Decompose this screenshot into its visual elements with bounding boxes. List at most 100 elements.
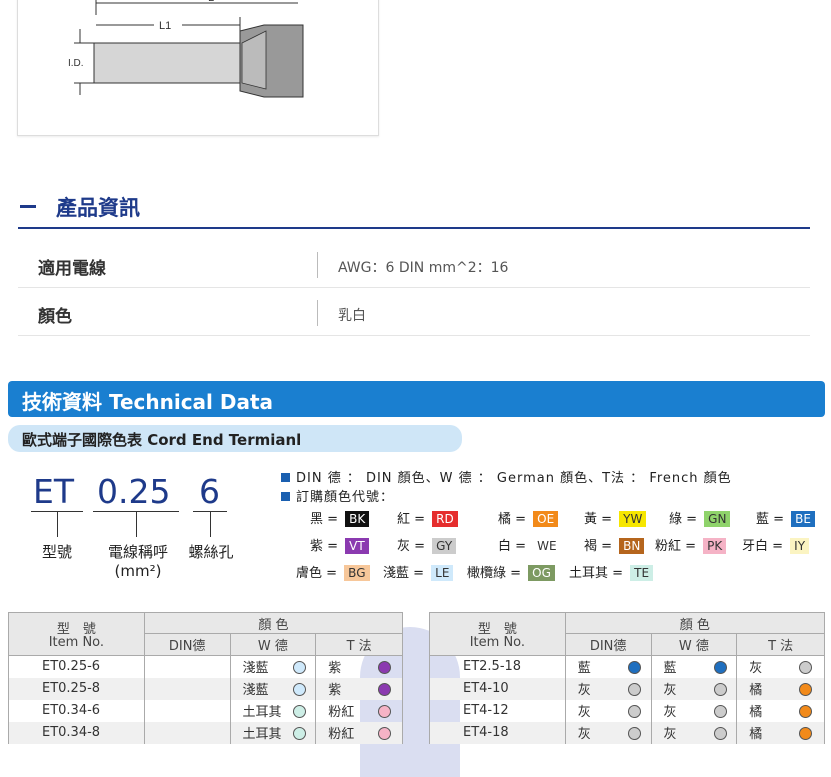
- color-code-chip: OG: [528, 565, 555, 581]
- color-dot-icon: [799, 661, 813, 674]
- info-label-wire: 適用電線: [38, 259, 106, 279]
- col-header-t: T 法: [315, 633, 403, 656]
- color-cell: 灰: [564, 677, 652, 700]
- color-name: 土耳其: [242, 727, 282, 742]
- color-dot-icon: [292, 726, 306, 740]
- color-dot-icon: [713, 726, 727, 740]
- code-label-wire: 電線稱呼: [107, 543, 168, 561]
- dim-l1-label: L1: [159, 20, 171, 32]
- code-tick: [136, 511, 137, 537]
- color-code-name: 紅 =: [397, 512, 430, 527]
- color-name: 灰: [577, 727, 591, 742]
- color-code-chip: TE: [630, 565, 654, 581]
- color-table-right: 型 號 Item No. 顏 色 DIN德 W 德 T 法 ET2.5-18 藍藍灰…: [429, 612, 826, 744]
- color-code-chip: GY: [432, 538, 457, 554]
- color-dot-icon: [713, 661, 727, 674]
- color-code-name: 藍 =: [756, 512, 789, 527]
- color-code-chip: RD: [432, 511, 458, 527]
- color-cell: 紫: [315, 655, 403, 678]
- color-dot-icon: [378, 661, 392, 674]
- color-cell: 淺藍: [229, 655, 317, 678]
- color-code-item: 淺藍 = LE: [383, 562, 454, 581]
- item-number: ET4-18: [429, 721, 566, 744]
- color-dot-icon: [627, 661, 641, 674]
- color-name: 灰: [749, 661, 763, 677]
- color-code-name: 牙白 =: [742, 539, 788, 554]
- title-dash: [20, 204, 36, 208]
- color-code-chip: GN: [704, 511, 731, 527]
- color-code-chip: VT: [345, 538, 369, 554]
- technical-data-title: 技術資料 Technical Data: [22, 390, 274, 414]
- col-header-item: 型 號 Item No.: [429, 612, 566, 656]
- color-code-name: 褐 =: [584, 539, 617, 554]
- color-code-chip: BE: [791, 511, 815, 527]
- color-cell: 淺藍: [229, 677, 317, 700]
- color-code-item: 灰 = GY: [397, 535, 457, 554]
- item-number: ET0.34-6: [8, 699, 145, 722]
- color-name: 灰: [663, 683, 677, 698]
- code-label-hole: 螺絲孔: [188, 543, 234, 561]
- color-cell: 灰: [650, 699, 738, 722]
- info-row-wire: 適用電線 AWG：6 DIN mm^2：16: [18, 240, 810, 288]
- code-part-hole: 6: [199, 472, 220, 511]
- color-cell: 灰: [564, 721, 652, 744]
- code-label-unit: (mm²): [114, 562, 162, 580]
- color-code-item: 綠 = GN: [669, 508, 731, 527]
- color-cell: 粉紅: [315, 699, 403, 722]
- color-table-subheader: 歐式端子國際色表 Cord End Termianl: [8, 425, 462, 452]
- color-code-item: 白 = WE: [498, 535, 561, 554]
- code-tick: [210, 511, 211, 537]
- color-code-name: 紫 =: [310, 539, 343, 554]
- color-dot-icon: [378, 682, 392, 696]
- ferrule-diagram: L L1 I.D.: [68, 0, 304, 98]
- color-dot-icon: [292, 682, 306, 696]
- col-header-color: 顏 色: [143, 612, 404, 634]
- technical-data-header: 技術資料 Technical Data: [8, 381, 825, 417]
- color-dot-icon: [627, 704, 641, 718]
- item-number: ET4-10: [429, 677, 566, 700]
- color-cell: 灰: [736, 655, 825, 678]
- color-cell: 橘: [736, 699, 825, 722]
- color-dot-icon: [292, 661, 306, 674]
- col-header-din: DIN德: [143, 633, 231, 656]
- ferrule-diagram-card: L L1 I.D.: [17, 0, 379, 136]
- section-divider: [18, 227, 810, 229]
- color-name: 灰: [577, 683, 591, 698]
- info-separator: [317, 252, 318, 278]
- color-code-name: 綠 =: [669, 512, 702, 527]
- color-code-item: 橘 = OE: [498, 508, 559, 527]
- code-tick: [57, 511, 58, 537]
- color-name: 土耳其: [242, 705, 282, 720]
- color-code-chip: LE: [431, 565, 454, 581]
- color-cell: 灰: [650, 677, 738, 700]
- color-table-subtitle: 歐式端子國際色表 Cord End Termianl: [22, 431, 302, 449]
- color-cell: [143, 677, 231, 700]
- color-code-name: 白 =: [498, 539, 531, 554]
- color-cell: 藍: [564, 655, 652, 678]
- col-header-din: DIN德: [564, 633, 652, 656]
- color-code-item: 牙白 = IY: [742, 535, 810, 554]
- table-row: ET0.25-6 淺藍 紫: [8, 655, 403, 678]
- color-dot-icon: [713, 682, 727, 696]
- color-name: 橘: [749, 705, 763, 720]
- info-separator: [317, 300, 318, 326]
- color-cell: [143, 699, 231, 722]
- item-number: ET4-12: [429, 699, 566, 722]
- dim-id-label: I.D.: [68, 58, 84, 69]
- bullet-square-icon: [281, 492, 290, 501]
- color-code-item: 橄欖綠 = OG: [467, 562, 555, 581]
- info-row-color: 顏色 乳白: [18, 288, 810, 336]
- col-header-color: 顏 色: [564, 612, 826, 634]
- color-cell: 灰: [564, 699, 652, 722]
- color-name: 粉紅: [328, 727, 355, 742]
- color-name: 紫: [328, 661, 342, 677]
- color-code-name: 橄欖綠 =: [467, 566, 526, 581]
- color-code-item: 膚色 = BG: [296, 562, 370, 581]
- color-dot-icon: [292, 704, 306, 718]
- color-cell: [143, 721, 231, 744]
- color-name: 淺藍: [242, 683, 269, 698]
- color-code-item: 藍 = BE: [756, 508, 815, 527]
- color-dot-icon: [713, 704, 727, 718]
- color-code-name: 黃 =: [584, 512, 617, 527]
- color-code-chip: PK: [703, 538, 727, 554]
